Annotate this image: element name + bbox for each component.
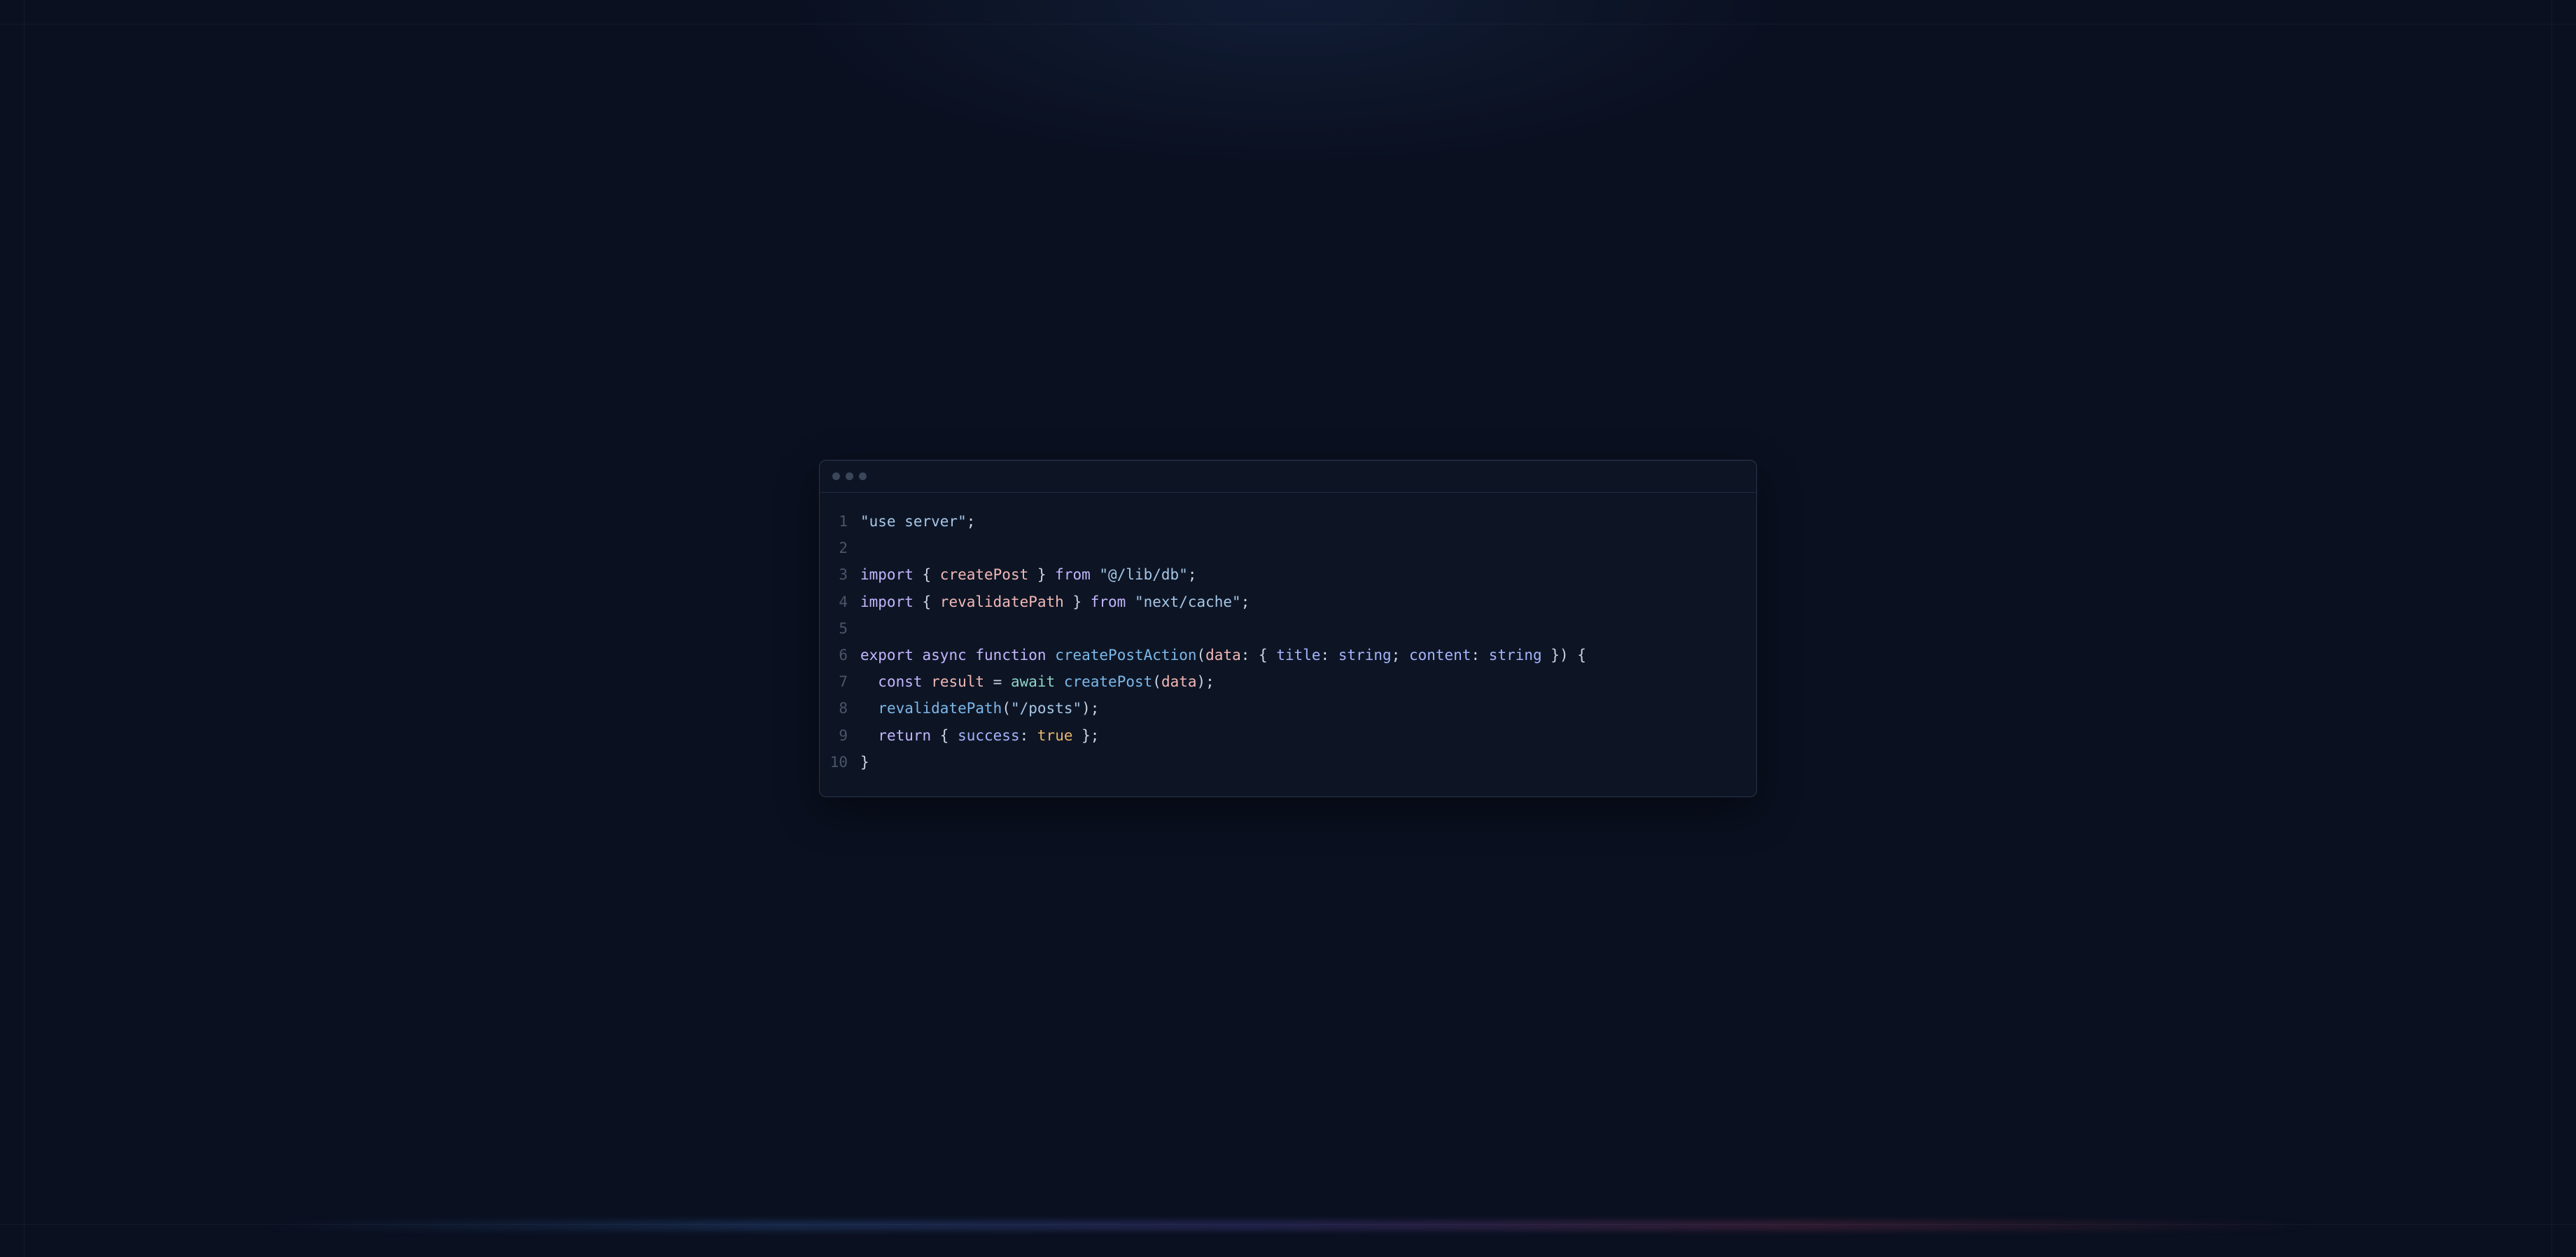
code-line: 9 return { success: true }; bbox=[830, 722, 1740, 749]
code-token: : bbox=[1020, 727, 1037, 744]
code-content[interactable]: import { createPost } from "@/lib/db"; bbox=[860, 561, 1740, 588]
code-token: true bbox=[1037, 727, 1073, 744]
line-number: 2 bbox=[830, 535, 860, 561]
code-token: ( bbox=[1197, 647, 1206, 663]
code-token bbox=[1126, 594, 1135, 610]
code-token: await bbox=[1011, 673, 1055, 690]
code-token bbox=[1046, 647, 1056, 663]
traffic-lights bbox=[832, 472, 867, 480]
code-token: ; bbox=[1392, 647, 1409, 663]
code-token: ); bbox=[1197, 673, 1214, 690]
code-token: } bbox=[1028, 566, 1055, 583]
code-token: revalidatePath bbox=[940, 594, 1064, 610]
code-line: 8 revalidatePath("/posts"); bbox=[830, 695, 1740, 722]
code-line: 5 bbox=[830, 615, 1740, 642]
line-number: 10 bbox=[830, 749, 860, 775]
code-token bbox=[1091, 566, 1100, 583]
code-line: 10} bbox=[830, 749, 1740, 775]
code-token: string bbox=[1489, 647, 1542, 663]
window-titlebar bbox=[820, 461, 1756, 493]
code-token: return bbox=[878, 727, 931, 744]
code-token: "/posts" bbox=[1011, 700, 1082, 717]
line-number: 9 bbox=[830, 722, 860, 749]
code-content[interactable]: import { revalidatePath } from "next/cac… bbox=[860, 589, 1740, 615]
code-content[interactable]: "use server"; bbox=[860, 508, 1740, 535]
code-token: }; bbox=[1072, 727, 1099, 744]
line-number: 5 bbox=[830, 615, 860, 642]
code-token: { bbox=[913, 594, 940, 610]
code-content[interactable]: return { success: true }; bbox=[860, 722, 1740, 749]
code-token: : bbox=[1471, 647, 1489, 663]
code-window: 1"use server";23import { createPost } fr… bbox=[819, 460, 1757, 797]
line-number: 7 bbox=[830, 668, 860, 695]
code-line: 1"use server"; bbox=[830, 508, 1740, 535]
code-token: ); bbox=[1082, 700, 1099, 717]
code-token bbox=[1055, 673, 1064, 690]
code-token: function bbox=[975, 647, 1046, 663]
code-token: "@/lib/db" bbox=[1099, 566, 1187, 583]
code-content[interactable]: revalidatePath("/posts"); bbox=[860, 695, 1740, 722]
code-token: }) { bbox=[1542, 647, 1586, 663]
code-token: result bbox=[931, 673, 984, 690]
code-token: } bbox=[1064, 594, 1091, 610]
code-token bbox=[860, 673, 878, 690]
code-token: } bbox=[860, 754, 869, 771]
code-token: title bbox=[1276, 647, 1320, 663]
line-number: 3 bbox=[830, 561, 860, 588]
code-token bbox=[860, 700, 878, 717]
code-token: ( bbox=[1152, 673, 1161, 690]
code-area[interactable]: 1"use server";23import { createPost } fr… bbox=[820, 493, 1756, 796]
code-token: async bbox=[923, 647, 967, 663]
code-token: ( bbox=[1002, 700, 1011, 717]
code-token: { bbox=[931, 727, 958, 744]
code-token: "use server" bbox=[860, 513, 967, 530]
code-token: "next/cache" bbox=[1135, 594, 1241, 610]
traffic-light-minimize-icon[interactable] bbox=[846, 472, 853, 480]
code-token: from bbox=[1055, 566, 1091, 583]
code-token: success bbox=[958, 727, 1020, 744]
code-token: ; bbox=[1241, 594, 1250, 610]
code-content[interactable]: export async function createPostAction(d… bbox=[860, 642, 1740, 668]
code-token: : { bbox=[1241, 647, 1277, 663]
code-token bbox=[860, 727, 878, 744]
code-token: : bbox=[1321, 647, 1338, 663]
code-token: createPost bbox=[1064, 673, 1152, 690]
code-token: import bbox=[860, 566, 913, 583]
code-line: 4import { revalidatePath } from "next/ca… bbox=[830, 589, 1740, 615]
code-token: content bbox=[1409, 647, 1471, 663]
code-token: = bbox=[984, 673, 1011, 690]
code-token: const bbox=[878, 673, 922, 690]
code-token: ; bbox=[967, 513, 976, 530]
code-line: 7 const result = await createPost(data); bbox=[830, 668, 1740, 695]
code-token: { bbox=[913, 566, 940, 583]
code-token: export bbox=[860, 647, 913, 663]
code-line: 6export async function createPostAction(… bbox=[830, 642, 1740, 668]
line-number: 8 bbox=[830, 695, 860, 722]
code-token: createPostAction bbox=[1055, 647, 1196, 663]
code-token bbox=[913, 647, 923, 663]
traffic-light-close-icon[interactable] bbox=[832, 472, 840, 480]
line-number: 1 bbox=[830, 508, 860, 535]
code-token: ; bbox=[1188, 566, 1197, 583]
line-number: 6 bbox=[830, 642, 860, 668]
traffic-light-zoom-icon[interactable] bbox=[859, 472, 867, 480]
bottom-glow bbox=[258, 1223, 2318, 1228]
code-token: data bbox=[1161, 673, 1197, 690]
code-token: import bbox=[860, 594, 913, 610]
code-line: 3import { createPost } from "@/lib/db"; bbox=[830, 561, 1740, 588]
line-number: 4 bbox=[830, 589, 860, 615]
code-token: string bbox=[1338, 647, 1392, 663]
code-content[interactable]: const result = await createPost(data); bbox=[860, 668, 1740, 695]
code-token bbox=[923, 673, 932, 690]
code-token: from bbox=[1091, 594, 1126, 610]
code-token: data bbox=[1205, 647, 1241, 663]
code-token bbox=[967, 647, 976, 663]
code-token: revalidatePath bbox=[878, 700, 1002, 717]
code-line: 2 bbox=[830, 535, 1740, 561]
code-token: createPost bbox=[940, 566, 1028, 583]
code-content[interactable]: } bbox=[860, 749, 1740, 775]
